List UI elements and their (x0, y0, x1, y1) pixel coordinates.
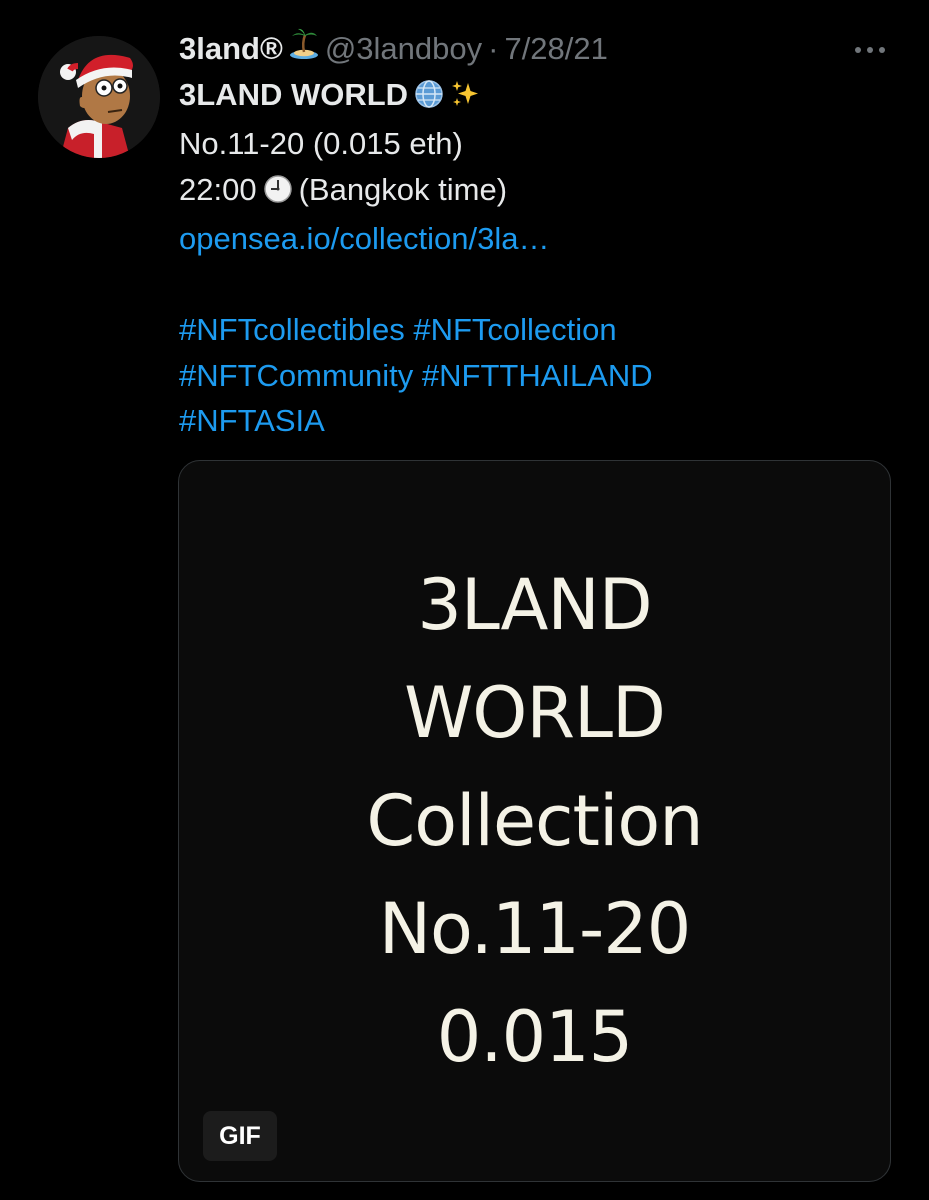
tweet-content: 3land® @3landboy · 7/28/21 3LAND WORLD N… (179, 26, 909, 444)
timezone-text: (Bangkok time) (298, 171, 508, 207)
tweet-date[interactable]: 7/28/21 (504, 26, 607, 72)
tweet-line-range: No.11-20 (0.015 eth) (179, 126, 463, 161)
media-text: 3LAND WORLD Collection No.11-20 0.015 (179, 551, 890, 1091)
tweet[interactable]: 3land® @3landboy · 7/28/21 3LAND WORLD N… (0, 0, 929, 1200)
title-text: 3LAND WORLD (179, 76, 409, 112)
hashtag-line-1: #NFTcollectibles #NFTcollection (179, 307, 909, 353)
time-text: 22:00 (179, 171, 257, 207)
globe-emoji (414, 76, 444, 122)
clock-emoji (263, 171, 293, 217)
media-line: 0.015 (436, 996, 633, 1078)
media-line: 3LAND (417, 564, 652, 646)
hashtag-link[interactable]: #NFTCommunity (179, 358, 413, 393)
tweet-line-time: 22:00 (Bangkok time) (179, 167, 909, 217)
tweet-line-title: 3LAND WORLD (179, 72, 909, 122)
author-avatar[interactable] (38, 36, 160, 158)
hashtag-link[interactable]: #NFTcollectibles (179, 312, 405, 347)
hashtag-line-2: #NFTCommunity #NFTTHAILAND (179, 353, 909, 399)
header-separator: · (488, 31, 499, 66)
opensea-link[interactable]: opensea.io/collection/3la… (179, 221, 550, 256)
hashtag-line-3: #NFTASIA (179, 398, 909, 444)
gif-media[interactable]: 3LAND WORLD Collection No.11-20 0.015 GI… (178, 460, 891, 1182)
gif-badge: GIF (203, 1111, 277, 1161)
sparkles-emoji (450, 76, 480, 122)
media-line: WORLD (404, 672, 666, 754)
author-handle[interactable]: @3landboy (325, 26, 482, 72)
hashtag-link[interactable]: #NFTcollection (413, 312, 616, 347)
hashtag-link[interactable]: #NFTTHAILAND (422, 358, 653, 393)
desert-island-emoji (289, 26, 319, 72)
author-name[interactable]: 3land® (179, 26, 283, 72)
media-line: No.11-20 (378, 888, 692, 970)
tweet-line-link: opensea.io/collection/3la… (179, 216, 909, 262)
hashtag-link[interactable]: #NFTASIA (179, 403, 325, 438)
media-line: Collection (366, 780, 703, 862)
tweet-header: 3land® @3landboy · 7/28/21 (179, 26, 909, 72)
